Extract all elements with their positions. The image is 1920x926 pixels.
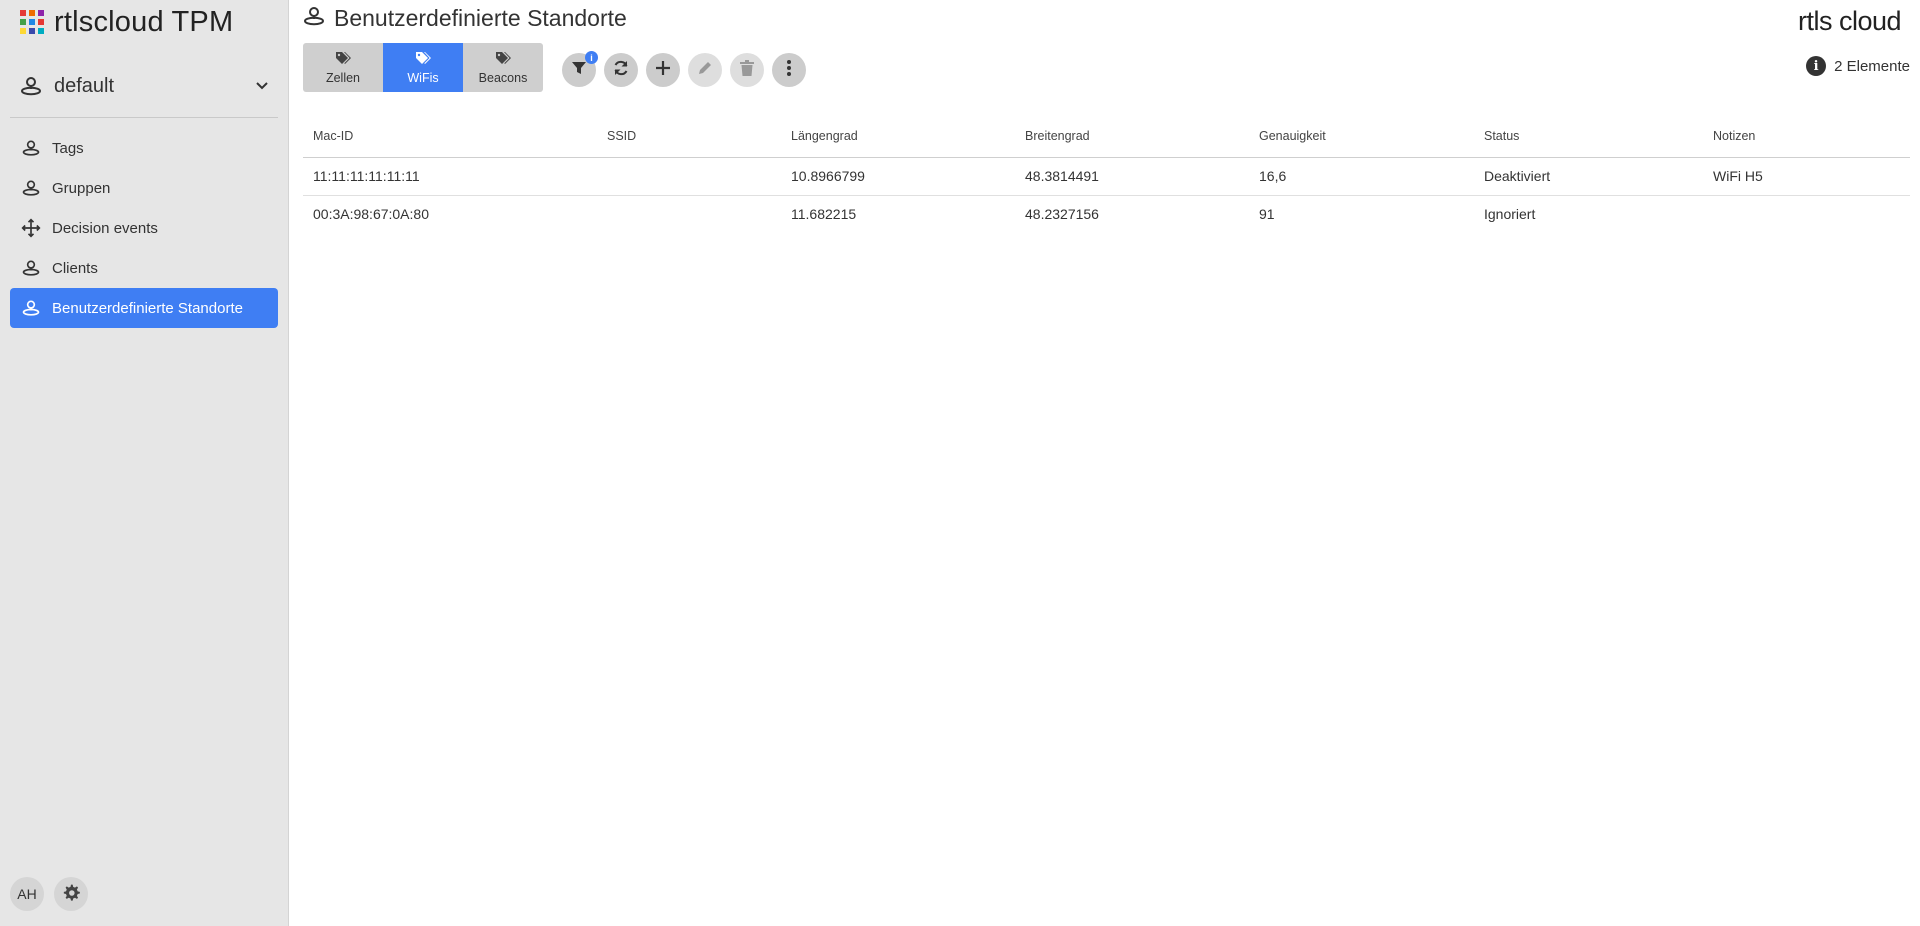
sidebar-item-clients[interactable]: Clients	[10, 248, 278, 288]
page-title: Benutzerdefinierte Standorte	[334, 4, 627, 31]
refresh-icon	[612, 59, 630, 82]
trash-icon	[740, 59, 754, 81]
tags-icon	[415, 51, 431, 68]
column-header-breitengrad[interactable]: Breitengrad	[1015, 115, 1249, 158]
app-title: rtlscloud TPM	[54, 5, 234, 38]
logo-square	[29, 28, 35, 34]
tab-zellen[interactable]: Zellen	[303, 43, 383, 92]
tags-icon	[495, 51, 511, 68]
workspace-label: default	[54, 74, 115, 97]
type-tabs: Zellen WiFis Beacons	[303, 43, 543, 92]
sidebar-item-benutzerdefinierte-standorte[interactable]: Benutzerdefinierte Standorte	[10, 288, 278, 328]
location-pin-icon	[20, 177, 42, 199]
sidebar-item-label: Gruppen	[52, 179, 111, 197]
refresh-button[interactable]	[604, 53, 638, 87]
cell-mac-id: 11:11:11:11:11:11	[303, 157, 597, 196]
cell-genauigkeit: 91	[1259, 206, 1275, 223]
location-pin-icon	[20, 137, 42, 159]
app-grid-logo-icon	[20, 10, 44, 34]
cell-status: Deaktiviert	[1474, 157, 1703, 196]
column-header-genauigkeit[interactable]: Genauigkeit	[1249, 115, 1474, 158]
location-pin-icon	[302, 4, 326, 33]
item-count: i 2 Elemente	[1806, 56, 1910, 76]
cell-laengengrad: 10.8966799	[781, 157, 1015, 196]
logo-square	[20, 10, 26, 16]
sidebar-item-label: Clients	[52, 259, 98, 277]
cell-notizen	[1703, 195, 1910, 233]
logo-square	[38, 28, 44, 34]
toolbar: i	[562, 51, 806, 87]
pencil-icon	[697, 60, 713, 81]
filter-badge: i	[585, 51, 598, 64]
sidebar: rtlscloud TPM default Tags Gruppen Decis…	[0, 0, 289, 926]
table-row[interactable]: 11:11:11:11:11:11 10.8966799 48.3814491 …	[303, 157, 1910, 196]
chevron-down-icon	[250, 74, 274, 98]
table-header-row: Mac-ID SSID Längengrad Breitengrad Genau…	[303, 115, 1910, 158]
tab-label: WiFis	[407, 70, 439, 85]
arrows-move-icon	[20, 217, 42, 239]
column-header-laengengrad[interactable]: Längengrad	[781, 115, 1015, 158]
sidebar-item-tags[interactable]: Tags	[10, 128, 278, 168]
plus-icon	[655, 60, 671, 81]
tab-wifis[interactable]: WiFis	[383, 43, 463, 92]
cell-breitengrad: 48.3814491	[1015, 157, 1249, 196]
gear-icon	[61, 883, 81, 906]
sidebar-item-label: Decision events	[52, 219, 158, 237]
sidebar-item-gruppen[interactable]: Gruppen	[10, 168, 278, 208]
sidebar-nav: Tags Gruppen Decision events Clients Ben…	[10, 128, 278, 328]
cell-breitengrad: 48.2327156	[1025, 206, 1099, 223]
tab-label: Beacons	[478, 70, 528, 85]
filter-icon	[571, 60, 587, 81]
filter-button[interactable]: i	[562, 51, 598, 87]
tab-label: Zellen	[325, 70, 361, 85]
user-avatar[interactable]: AH	[10, 877, 44, 911]
workspace-select[interactable]: default	[18, 68, 274, 104]
delete-button[interactable]	[730, 53, 764, 87]
app-brand[interactable]: rtlscloud TPM	[20, 4, 233, 40]
tags-icon	[335, 51, 351, 68]
cell-ssid	[597, 157, 781, 196]
sidebar-item-label: Benutzerdefinierte Standorte	[52, 299, 243, 317]
column-header-mac-id[interactable]: Mac-ID	[303, 115, 597, 158]
location-pin-icon	[20, 257, 42, 279]
column-header-status[interactable]: Status	[1474, 115, 1703, 158]
cell-mac-id: 00:3A:98:67:0A:80	[313, 206, 429, 223]
location-pin-icon	[18, 73, 44, 99]
cell-ssid	[597, 195, 781, 233]
add-button[interactable]	[646, 53, 680, 87]
logo-square	[29, 19, 35, 25]
cell-status: Ignoriert	[1484, 206, 1536, 223]
sidebar-item-label: Tags	[52, 139, 84, 157]
info-icon: i	[1806, 56, 1827, 76]
item-count-label: 2 Elemente	[1834, 57, 1910, 75]
logo-square	[20, 28, 26, 34]
cell-notizen: WiFi H5	[1703, 157, 1910, 196]
tab-beacons[interactable]: Beacons	[463, 43, 543, 92]
sidebar-divider	[10, 117, 278, 118]
table-row[interactable]: 00:3A:98:67:0A:80 11.682215 48.2327156 9…	[303, 195, 1910, 233]
data-table: Mac-ID SSID Längengrad Breitengrad Genau…	[303, 115, 1910, 233]
logo-square	[38, 19, 44, 25]
settings-button[interactable]	[54, 877, 88, 911]
column-header-ssid[interactable]: SSID	[597, 115, 781, 158]
logo-square	[20, 19, 26, 25]
page-header: Benutzerdefinierte Standorte	[302, 3, 627, 33]
sidebar-item-decision-events[interactable]: Decision events	[10, 208, 278, 248]
column-header-notizen[interactable]: Notizen	[1703, 115, 1910, 158]
more-vertical-icon	[786, 59, 792, 82]
location-pin-icon	[20, 297, 42, 319]
cell-laengengrad: 11.682215	[791, 206, 857, 223]
logo-square	[38, 10, 44, 16]
sidebar-footer: AH	[10, 877, 88, 911]
rtls-cloud-logo: rtls cloud	[1797, 6, 1902, 36]
more-button[interactable]	[772, 53, 806, 87]
main-content: Benutzerdefinierte Standorte rtls cloud …	[290, 0, 1920, 926]
edit-button[interactable]	[688, 53, 722, 87]
cell-genauigkeit: 16,6	[1249, 157, 1474, 196]
logo-square	[29, 10, 35, 16]
